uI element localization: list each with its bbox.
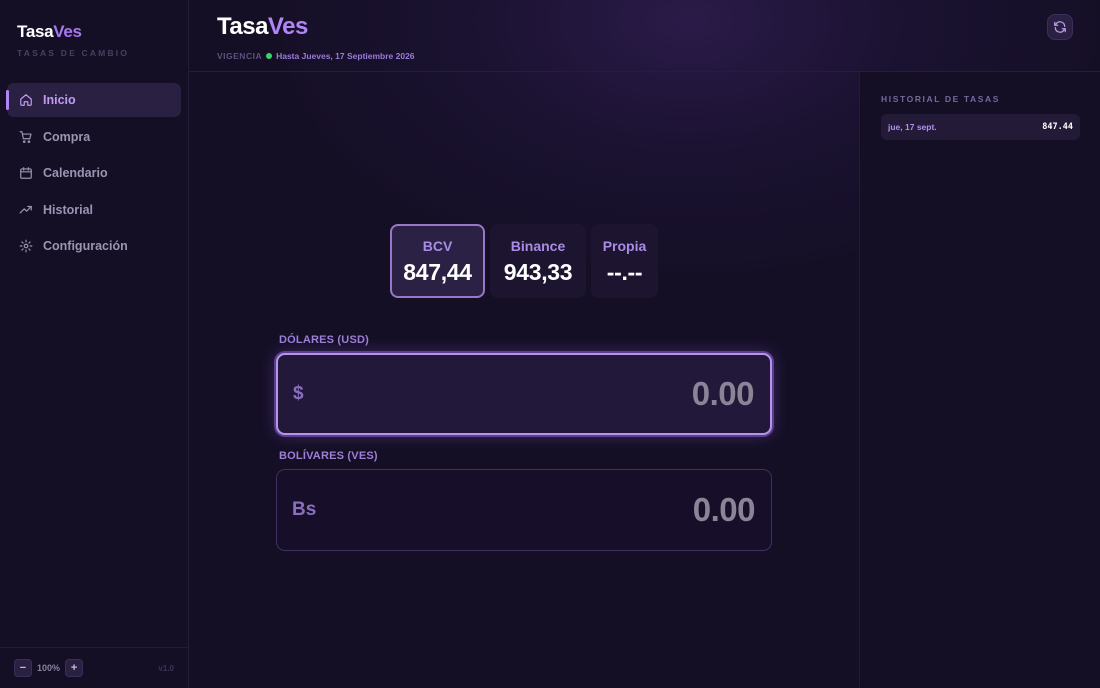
sidebar-item-calendario[interactable]: Calendario (7, 156, 181, 190)
sidebar-item-inicio[interactable]: Inicio (6, 83, 181, 117)
validity-label: VIGENCIA (217, 51, 263, 61)
rate-value: --.-- (606, 259, 643, 285)
rate-label: Binance (510, 238, 566, 254)
refresh-icon (1054, 21, 1066, 33)
ves-currency-symbol: Bs (292, 499, 317, 520)
validity-status: VIGENCIA Hasta Jueves, 17 Septiembre 202… (217, 51, 1100, 61)
ves-field-label: BOLÍVARES (VES) (279, 450, 378, 462)
calendar-icon (20, 167, 32, 180)
main-area: TasaVes VIGENCIA Hasta Jueves, 17 Septie… (189, 0, 1100, 688)
usd-field-label: DÓLARES (USD) (279, 334, 369, 346)
zoom-out-button[interactable]: − (14, 659, 32, 677)
sidebar-item-configuracion[interactable]: Configuración (7, 229, 181, 263)
brand-name-part-a: Tasa (17, 22, 54, 41)
history-date: jue, 17 sept. (888, 122, 937, 132)
brand-subtitle: TASAS DE CAMBIO (17, 48, 130, 58)
usd-amount-value: 0.00 (691, 375, 755, 412)
refresh-button[interactable] (1047, 14, 1073, 40)
zoom-level: 100% (37, 663, 61, 673)
sidebar-item-label: Historial (43, 202, 94, 217)
validity-value: Hasta Jueves, 17 Septiembre 2026 (276, 51, 415, 61)
sidebar-item-compra[interactable]: Compra (7, 120, 181, 154)
brand: TasaVes TASAS DE CAMBIO (0, 0, 188, 72)
rate-label: BCV (422, 238, 453, 254)
ves-amount-value: 0.00 (692, 491, 756, 528)
sidebar-item-label: Compra (43, 129, 91, 144)
brand-name-part-b: Ves (53, 22, 82, 41)
content: BCV 847,44 Binance 943,33 Propia --.-- D… (189, 72, 1100, 687)
sidebar-footer: − 100% + v1.0 (0, 647, 188, 688)
usd-currency-symbol: $ (293, 383, 304, 404)
sidebar-item-label: Calendario (43, 166, 108, 181)
rate-label: Propia (602, 238, 647, 254)
sidebar: TasaVes TASAS DE CAMBIO Inicio Compra Ca… (0, 0, 189, 688)
usd-amount-input[interactable]: $ 0.00 (276, 353, 772, 435)
home-icon (20, 94, 32, 106)
rate-card-propia[interactable]: Propia --.-- (591, 224, 658, 298)
brand-logo: TasaVes (17, 22, 188, 42)
rate-value: 847,44 (403, 259, 472, 285)
sidebar-nav: Inicio Compra Calendario Historial Confi… (0, 83, 188, 263)
gear-icon (19, 239, 33, 253)
title-part-a: Tasa (217, 13, 268, 40)
converter-panel: BCV 847,44 Binance 943,33 Propia --.-- D… (189, 72, 859, 687)
header: TasaVes VIGENCIA Hasta Jueves, 17 Septie… (189, 0, 1100, 72)
history-row[interactable]: jue, 17 sept. 847.44 (881, 114, 1080, 140)
trending-icon (19, 205, 32, 214)
ves-amount-input[interactable]: Bs 0.00 (276, 469, 772, 551)
app-version: v1.0 (158, 663, 174, 673)
page-title: TasaVes (217, 13, 1100, 41)
history-panel: HISTORIAL DE TASAS jue, 17 sept. 847.44 (859, 72, 1100, 687)
status-dot-icon (266, 53, 273, 59)
history-title: HISTORIAL DE TASAS (881, 94, 1001, 104)
history-value: 847.44 (1042, 122, 1073, 132)
rate-value: 943,33 (503, 259, 573, 285)
rate-card-bcv[interactable]: BCV 847,44 (390, 224, 485, 298)
rate-card-binance[interactable]: Binance 943,33 (490, 224, 586, 298)
title-part-b: Ves (267, 13, 308, 40)
sidebar-item-historial[interactable]: Historial (7, 193, 181, 227)
app-window: TasaVes TASAS DE CAMBIO Inicio Compra Ca… (0, 0, 1100, 688)
cart-icon (19, 130, 32, 143)
zoom-in-button[interactable]: + (65, 659, 84, 677)
sidebar-item-label: Inicio (43, 93, 76, 107)
sidebar-item-label: Configuración (43, 239, 128, 254)
